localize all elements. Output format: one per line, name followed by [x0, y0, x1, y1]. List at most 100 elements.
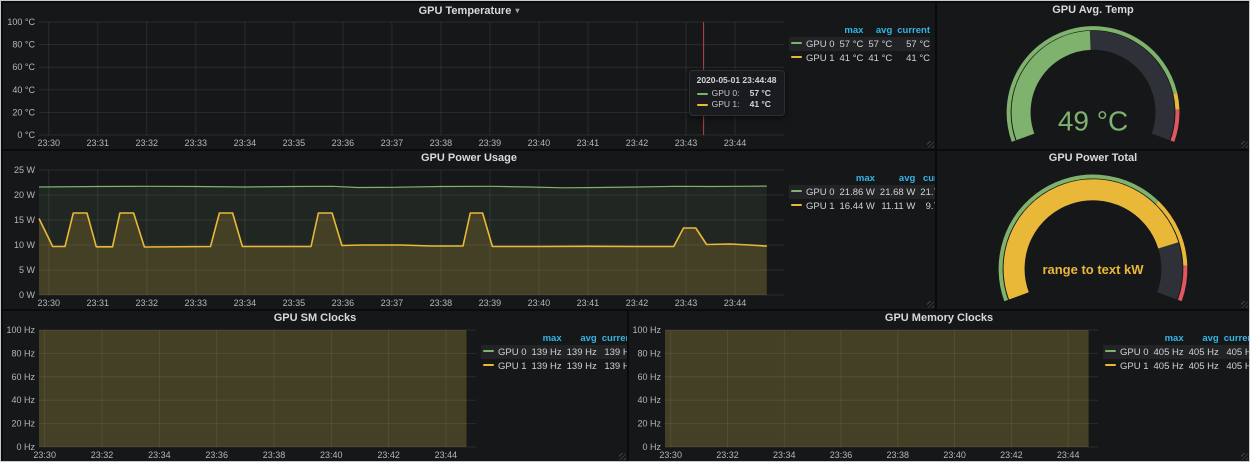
svg-text:23:30: 23:30: [659, 450, 682, 460]
panel-title-gpu-sm-clocks[interactable]: GPU SM Clocks: [3, 311, 627, 326]
series-dash-icon: [1105, 364, 1116, 366]
legend-header-cell[interactable]: avg: [1184, 331, 1219, 345]
svg-text:23:42: 23:42: [1000, 450, 1023, 460]
svg-text:23:32: 23:32: [136, 298, 159, 308]
legend-value: 11.11 W: [875, 199, 915, 213]
svg-text:23:35: 23:35: [283, 298, 306, 308]
panel-title-gpu-power-total[interactable]: GPU Power Total: [937, 151, 1249, 166]
legend-value: 405 Hz: [1184, 345, 1219, 359]
legend-header-cell[interactable]: max: [527, 331, 562, 345]
legend-value: 21.77 W: [915, 185, 935, 199]
svg-text:23:38: 23:38: [430, 298, 453, 308]
svg-text:23:44: 23:44: [724, 138, 747, 148]
svg-text:23:34: 23:34: [234, 138, 257, 148]
svg-text:23:42: 23:42: [377, 450, 400, 460]
legend-row: GPU 1139 Hz139 Hz139 Hz: [481, 359, 627, 373]
series-dash-icon: [791, 42, 802, 44]
panel-resize-handle[interactable]: [1241, 453, 1248, 460]
legend-series-toggle[interactable]: GPU 0: [1103, 345, 1149, 359]
svg-text:40 Hz: 40 Hz: [637, 395, 661, 405]
legend-gpu-power-usage[interactable]: maxavgcurrentGPU 021.86 W21.68 W21.77 WG…: [789, 166, 935, 308]
gpu-temperature-chart[interactable]: 100 °C80 °C60 °C40 °C20 °C0 °C23:3023:31…: [5, 18, 789, 148]
svg-text:23:30: 23:30: [38, 298, 61, 308]
legend-gpu-memory-clocks[interactable]: maxavgcurrentGPU 0405 Hz405 Hz405 HzGPU …: [1103, 326, 1249, 460]
legend-header-cell[interactable]: current: [597, 331, 627, 345]
legend-header-cell[interactable]: current: [915, 171, 935, 185]
legend-value: 57 °C: [863, 37, 892, 51]
panel-resize-handle[interactable]: [1241, 301, 1248, 308]
panel-title-text: GPU SM Clocks: [274, 312, 357, 324]
legend-value: 405 Hz: [1149, 345, 1184, 359]
tooltip-timestamp: 2020-05-01 23:44:48: [697, 75, 777, 85]
legend-value: 139 Hz: [597, 345, 627, 359]
panel-resize-handle[interactable]: [927, 141, 934, 148]
panel-resize-handle[interactable]: [927, 301, 934, 308]
legend-row: GPU 141 °C41 °C41 °C: [789, 51, 930, 65]
panel-title-gpu-temperature[interactable]: GPU Temperature▾: [3, 3, 935, 18]
legend-series-toggle[interactable]: GPU 1: [1103, 359, 1149, 373]
svg-text:23:36: 23:36: [205, 450, 228, 460]
legend-value: 139 Hz: [562, 359, 597, 373]
svg-text:23:40: 23:40: [320, 450, 343, 460]
tooltip-series-name: GPU 0:: [712, 88, 742, 99]
legend-value: 41 °C: [892, 51, 930, 65]
series-dash-icon: [483, 364, 494, 366]
legend-gpu-temperature[interactable]: maxavgcurrentGPU 057 °C57 °C57 °CGPU 141…: [789, 18, 935, 148]
legend-header-cell[interactable]: current: [1219, 331, 1249, 345]
legend-series-toggle[interactable]: GPU 1: [481, 359, 527, 373]
legend-series-toggle[interactable]: GPU 0: [789, 37, 835, 51]
panel-title-text: GPU Memory Clocks: [885, 312, 993, 324]
gpu-power-usage-chart[interactable]: 25 W20 W15 W10 W5 W0 W23:3023:3123:3223:…: [5, 166, 789, 308]
legend-header: maxavgcurrent: [789, 171, 935, 185]
chevron-down-icon: ▾: [515, 6, 519, 15]
legend-header: maxavgcurrent: [1103, 331, 1249, 345]
panel-title-text: GPU Power Usage: [421, 152, 517, 164]
gpu-memory-clocks-chart[interactable]: 100 Hz80 Hz60 Hz40 Hz20 Hz0 Hz23:3023:32…: [631, 326, 1103, 460]
svg-text:23:36: 23:36: [332, 138, 355, 148]
svg-text:23:38: 23:38: [430, 138, 453, 148]
legend-header-cell[interactable]: max: [835, 23, 864, 37]
svg-text:40 °C: 40 °C: [12, 85, 35, 95]
legend-header-cell[interactable]: avg: [863, 23, 892, 37]
legend-header: maxavgcurrent: [789, 23, 930, 37]
svg-text:23:42: 23:42: [626, 138, 649, 148]
svg-text:20 Hz: 20 Hz: [11, 419, 35, 429]
svg-text:80 Hz: 80 Hz: [637, 348, 661, 358]
legend-series-toggle[interactable]: GPU 1: [789, 199, 835, 213]
legend-series-toggle[interactable]: GPU 1: [789, 51, 835, 65]
svg-text:10 W: 10 W: [14, 240, 36, 250]
panel-title-gpu-power-usage[interactable]: GPU Power Usage: [3, 151, 935, 166]
legend-header-cell[interactable]: avg: [875, 171, 915, 185]
tooltip-row: GPU 0: 57 °C: [697, 88, 777, 99]
svg-text:100 °C: 100 °C: [7, 18, 35, 27]
svg-text:23:40: 23:40: [943, 450, 966, 460]
legend-value: 57 °C: [835, 37, 864, 51]
svg-text:23:32: 23:32: [91, 450, 114, 460]
series-dash-icon: [697, 104, 708, 106]
svg-text:20 Hz: 20 Hz: [637, 419, 661, 429]
legend-gpu-sm-clocks[interactable]: maxavgcurrentGPU 0139 Hz139 Hz139 HzGPU …: [481, 326, 627, 460]
tooltip-series-value: 57 °C: [750, 88, 771, 99]
gpu-sm-clocks-chart[interactable]: 100 Hz80 Hz60 Hz40 Hz20 Hz0 Hz23:3023:32…: [5, 326, 481, 460]
svg-text:23:34: 23:34: [773, 450, 796, 460]
panel-resize-handle[interactable]: [1241, 141, 1248, 148]
legend-value: 139 Hz: [527, 359, 562, 373]
svg-text:15 W: 15 W: [14, 215, 36, 225]
legend-value: 41 °C: [863, 51, 892, 65]
svg-text:23:40: 23:40: [528, 298, 551, 308]
svg-text:23:31: 23:31: [87, 138, 110, 148]
legend-header-cell[interactable]: current: [892, 23, 930, 37]
legend-header-cell[interactable]: avg: [562, 331, 597, 345]
grafana-dashboard: GPU Temperature▾ 100 °C80 °C60 °C40 °C20…: [0, 0, 1250, 462]
legend-value: 21.86 W: [835, 185, 875, 199]
legend-header-cell[interactable]: max: [1149, 331, 1184, 345]
legend-header-cell[interactable]: max: [835, 171, 875, 185]
panel-title-gpu-memory-clocks[interactable]: GPU Memory Clocks: [629, 311, 1249, 326]
legend-value: 9.79 W: [915, 199, 935, 213]
legend-series-toggle[interactable]: GPU 0: [481, 345, 527, 359]
panel-resize-handle[interactable]: [619, 453, 626, 460]
tooltip-row: GPU 1:41 °C: [697, 99, 777, 110]
legend-value: 16.44 W: [835, 199, 875, 213]
panel-title-gpu-avg-temp[interactable]: GPU Avg. Temp: [937, 3, 1249, 18]
legend-series-toggle[interactable]: GPU 0: [789, 185, 835, 199]
